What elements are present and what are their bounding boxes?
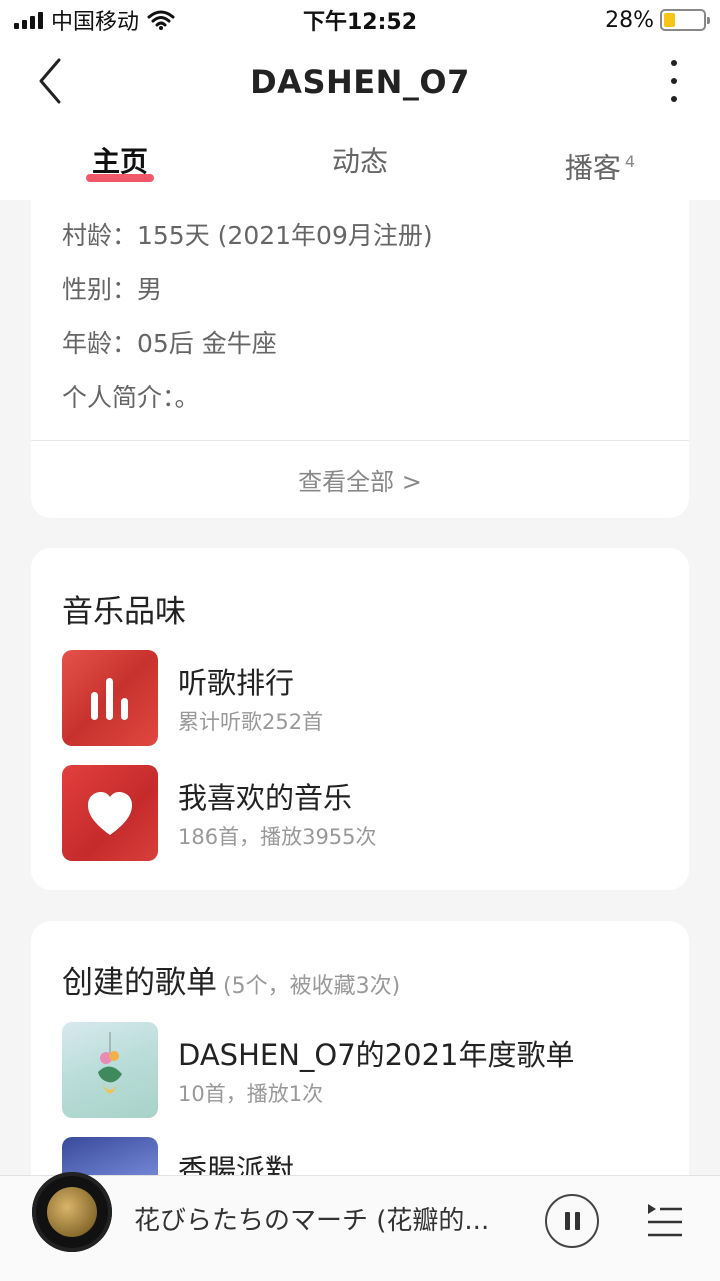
more-dot (671, 60, 677, 66)
created-playlists-header: 创建的歌单 (5个，被收藏3次) (62, 957, 400, 1002)
nav-bar: DASHEN_O7 (0, 40, 720, 124)
playlist-item[interactable]: DASHEN_O7的2021年度歌单 10首，播放1次 (62, 1022, 662, 1118)
view-all-link[interactable]: 查看全部 > (31, 462, 689, 497)
listening-rank-cover (62, 650, 158, 746)
playlist-cover (62, 1022, 158, 1118)
pause-button[interactable] (545, 1194, 599, 1248)
gender: 性别：男 (62, 275, 163, 304)
listening-rank-sub: 累计听歌252首 (178, 710, 324, 734)
bio: 个人简介：。 (62, 383, 200, 412)
battery-percent: 28% (605, 7, 654, 33)
heart-icon (88, 792, 132, 835)
tab-activity-label: 动态 (331, 145, 388, 178)
liked-music-cover (62, 765, 158, 861)
pause-bar (574, 1212, 580, 1230)
profile-info-card: 村龄：155天 (2021年09月注册) 性别：男 年龄：05后 金牛座 个人简… (31, 190, 689, 518)
status-bar: 中国移动 下午12:52 28% (0, 0, 720, 40)
back-button[interactable] (30, 56, 70, 106)
listening-rank-title: 听歌排行 (178, 666, 295, 700)
tab-podcast-badge: 4 (624, 152, 636, 171)
status-right: 28% (605, 7, 710, 33)
bar-chart-icon (91, 678, 128, 720)
album-disc[interactable] (32, 1172, 112, 1252)
page-title: DASHEN_O7 (250, 63, 470, 101)
album-art (47, 1187, 97, 1237)
status-left: 中国移动 (14, 4, 175, 36)
now-playing-title[interactable]: 花びらたちのマーチ (花瓣的... (134, 1200, 514, 1237)
created-playlists-count: (5个，被收藏3次) (223, 974, 401, 999)
tab-podcast-label: 播客 (564, 151, 621, 185)
mini-player[interactable]: 花びらたちのマーチ (花瓣的... (0, 1172, 720, 1281)
divider (31, 440, 689, 441)
liked-music-title: 我喜欢的音乐 (178, 781, 353, 815)
battery-fill (664, 13, 675, 27)
signal-icon (14, 11, 43, 29)
tab-home[interactable]: 主页 (0, 124, 240, 200)
carrier-label: 中国移动 (51, 10, 140, 35)
music-taste-title: 音乐品味 (62, 594, 186, 630)
created-playlists-title: 创建的歌单 (62, 965, 217, 1001)
tab-active-indicator (86, 174, 154, 182)
playlist-queue-icon[interactable] (646, 1198, 684, 1242)
flower-art-icon (98, 1032, 122, 1094)
more-button[interactable] (664, 56, 684, 106)
tab-activity[interactable]: 动态 (240, 124, 480, 200)
village-age: 村龄：155天 (2021年09月注册) (62, 221, 433, 250)
wifi-icon (147, 10, 175, 30)
chevron-left-icon (39, 58, 61, 104)
pause-bar (564, 1212, 570, 1230)
tab-podcast[interactable]: 播客 4 (480, 124, 720, 200)
more-dot (671, 96, 677, 102)
liked-music-sub: 186首，播放3955次 (178, 825, 377, 849)
playlist-title: DASHEN_O7的2021年度歌单 (178, 1038, 575, 1072)
liked-music-item[interactable]: 我喜欢的音乐 186首，播放3955次 (62, 765, 662, 861)
more-dot (671, 78, 677, 84)
age: 年龄：05后 金牛座 (62, 329, 277, 358)
battery-icon (660, 9, 710, 31)
playlist-sub: 10首，播放1次 (178, 1082, 324, 1106)
tab-bar: 主页 动态 播客 4 (0, 124, 720, 200)
screen: 中国移动 下午12:52 28% DASHEN_O7 主页 动态 播客 4 村龄… (0, 0, 720, 1281)
music-taste-card: 音乐品味 听歌排行 累计听歌252首 我喜欢的音乐 186首，播放3955次 (31, 548, 689, 890)
listening-rank-item[interactable]: 听歌排行 累计听歌252首 (62, 650, 662, 746)
